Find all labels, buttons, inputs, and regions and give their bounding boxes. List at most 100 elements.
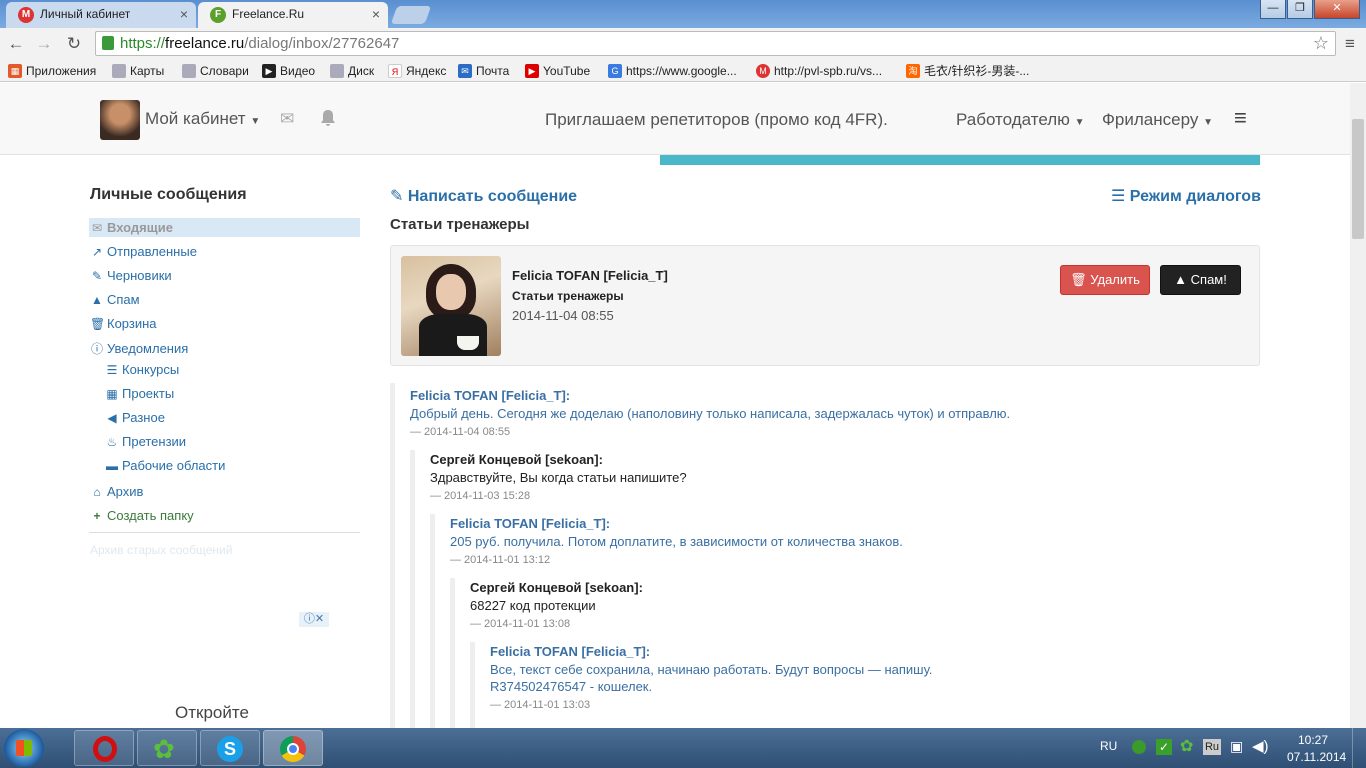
skype-icon: S xyxy=(217,736,243,762)
close-tab-icon[interactable]: × xyxy=(372,2,380,26)
sidebar-item-archive[interactable]: ⌂ Архив xyxy=(90,484,143,499)
bookmark-pvl[interactable]: Мhttp://pvl-spb.ru/vs... xyxy=(756,63,882,79)
show-desktop-button[interactable] xyxy=(1352,728,1366,768)
bookmark-dictionaries[interactable]: Словари xyxy=(182,63,249,79)
bullhorn-icon: ◀ xyxy=(107,411,117,425)
sidebar-item-trash[interactable]: 🗑 Корзина xyxy=(90,316,157,331)
tray-icq-icon[interactable]: ✿ xyxy=(1180,736,1193,756)
portrait-body xyxy=(419,314,487,356)
bell-icon[interactable] xyxy=(320,109,335,126)
spam-button[interactable]: ▲ Спам! xyxy=(1160,265,1241,295)
freelancer-menu[interactable]: Фрилансеру ▼ xyxy=(1102,110,1213,130)
my-cabinet-menu[interactable]: Мой кабинет ▼ xyxy=(145,109,260,129)
bookmark-disk[interactable]: Диск xyxy=(330,63,374,79)
close-tab-icon[interactable]: × xyxy=(180,2,188,26)
bookmark-mail[interactable]: ✉ Почта xyxy=(458,63,509,79)
message-author[interactable]: Сергей Концевой [sekoan]: xyxy=(430,452,687,467)
clock-date[interactable]: 07.11.2014 xyxy=(1287,750,1346,764)
message-text: Добрый день. Сегодня же доделаю (наполов… xyxy=(410,406,1011,421)
message-author[interactable]: Felicia TOFAN [Felicia_T]: xyxy=(410,388,1010,403)
sidebar-label: Архив xyxy=(107,484,144,499)
maximize-button[interactable]: ❐ xyxy=(1287,0,1313,19)
close-window-button[interactable]: ✕ xyxy=(1314,0,1360,19)
delete-label: Удалить xyxy=(1090,272,1140,287)
envelope-icon[interactable]: ✉ xyxy=(280,109,294,129)
bookmark-google[interactable]: Ghttps://www.google... xyxy=(608,63,737,79)
sidebar-item-workspaces[interactable]: ▬ Рабочие области xyxy=(105,458,225,473)
bookmark-yandex[interactable]: Я Яндекс xyxy=(388,63,446,79)
old-archive-link[interactable]: Архив старых сообщений xyxy=(90,543,232,557)
message-time: — 2014-11-03 15:28 xyxy=(430,490,531,502)
info-icon: ⓘ xyxy=(90,342,103,356)
taskbar-skype[interactable]: S xyxy=(200,730,260,766)
sidebar-item-contests[interactable]: ☰ Конкурсы xyxy=(105,362,180,377)
message-text: Здравствуйте, Вы когда статьи напишите? xyxy=(430,470,687,485)
bookmark-video[interactable]: ▶ Видео xyxy=(262,63,315,79)
sidebar-label: Архив старых сообщений xyxy=(90,543,233,557)
tab-personal-cabinet[interactable]: М Личный кабинет × xyxy=(6,2,196,28)
hamburger-menu-icon[interactable]: ≡ xyxy=(1234,105,1247,131)
sidebar-item-spam[interactable]: ▲ Спам xyxy=(90,292,140,307)
icq-flower-icon: ✿ xyxy=(153,734,175,764)
new-tab-button[interactable] xyxy=(390,6,432,24)
tray-check-icon[interactable]: ✓ xyxy=(1156,739,1172,755)
sidebar-item-inbox[interactable]: ✉ Входящие xyxy=(90,220,173,235)
sidebar-label: Конкурсы xyxy=(122,362,180,377)
sidebar-item-drafts[interactable]: ✎ Черновики xyxy=(90,268,172,283)
sidebar-item-notifications[interactable]: ⓘ Уведомления xyxy=(90,340,188,357)
message-time: — 2014-11-01 13:08 xyxy=(470,618,571,630)
bookmark-apps[interactable]: ▦ Приложения xyxy=(8,63,96,79)
create-folder-link[interactable]: + Создать папку xyxy=(90,508,194,523)
minimize-button[interactable]: — xyxy=(1260,0,1286,19)
message-author[interactable]: Felicia TOFAN [Felicia_T]: xyxy=(450,516,903,531)
sidebar-item-sent[interactable]: ↗ Отправленные xyxy=(90,244,197,259)
message-author[interactable]: Сергей Концевой [sekoan]: xyxy=(470,580,643,595)
dialog-mode-link[interactable]: ☰ Режим диалогов xyxy=(1111,186,1261,206)
delete-button[interactable]: 🗑 Удалить xyxy=(1060,265,1150,295)
google-icon: G xyxy=(608,64,622,78)
tray-keyboard-icon[interactable]: Ru xyxy=(1203,739,1221,755)
bookmark-label: Приложения xyxy=(26,64,97,78)
bookmark-taobao[interactable]: 淘毛衣/针织衫-男装-... xyxy=(906,63,1029,79)
card-sender-name[interactable]: Felicia TOFAN [Felicia_T] xyxy=(512,268,668,283)
sidebar-item-misc[interactable]: ◀ Разное xyxy=(105,410,165,425)
write-message-link[interactable]: ✎ Написать сообщение xyxy=(390,186,577,206)
sidebar-label: Создать папку xyxy=(107,508,194,523)
start-button[interactable] xyxy=(4,729,44,767)
scrollbar-thumb[interactable] xyxy=(1352,119,1364,239)
taskbar-chrome[interactable] xyxy=(263,730,323,766)
avatar[interactable] xyxy=(100,100,140,140)
list-icon: ☰ xyxy=(106,363,118,377)
back-arrow-icon[interactable]: ← xyxy=(4,32,28,56)
clock-time[interactable]: 10:27 xyxy=(1298,733,1328,747)
reload-icon[interactable]: ↻ xyxy=(62,32,86,56)
tray-shield-icon[interactable] xyxy=(1132,740,1146,754)
tray-network-icon[interactable]: ▣ xyxy=(1230,738,1243,755)
trash-icon: 🗑 xyxy=(1070,272,1087,287)
address-bar[interactable]: https://freelance.ru/dialog/inbox/277626… xyxy=(95,31,1336,56)
bookmark-star-icon[interactable]: ☆ xyxy=(1313,33,1329,54)
employer-menu[interactable]: Работодателю ▼ xyxy=(956,110,1085,130)
sidebar-item-claims[interactable]: ♨ Претензии xyxy=(105,434,186,449)
taskbar-opera[interactable] xyxy=(74,730,134,766)
tray-volume-icon[interactable]: ◀) xyxy=(1252,737,1269,755)
message-author[interactable]: Felicia TOFAN [Felicia_T]: xyxy=(490,644,932,659)
message-text-line2: R374502476547 - кошелек. xyxy=(490,679,653,694)
portrait-cup xyxy=(457,336,479,350)
ad-text[interactable]: Откройте xyxy=(175,703,249,723)
scrollbar[interactable] xyxy=(1350,83,1366,728)
taskbar-icq[interactable]: ✿ xyxy=(137,730,197,766)
bookmark-youtube[interactable]: ▶ YouTube xyxy=(525,63,590,79)
bookmark-maps[interactable]: Карты xyxy=(112,63,164,79)
bookmarks-bar: ▦ Приложения Карты Словари ▶ Видео Диск ЯЯ… xyxy=(0,60,1366,82)
promo-text[interactable]: Приглашаем репетиторов (промо код 4FR). xyxy=(545,110,888,130)
windows-taskbar: ✿ S RU ✓ ✿ Ru ▣ ◀) 10:27 07.11.2014 xyxy=(0,728,1366,768)
chrome-icon xyxy=(280,736,306,762)
language-indicator[interactable]: RU xyxy=(1100,739,1117,753)
sidebar-divider xyxy=(89,532,360,533)
sidebar-item-projects[interactable]: ▦ Проекты xyxy=(105,386,174,401)
ad-info-icon[interactable]: ⓘ✕ xyxy=(299,612,329,627)
menu-icon[interactable]: ≡ xyxy=(1338,32,1362,56)
tab-freelance[interactable]: F Freelance.Ru × xyxy=(198,2,388,28)
forward-arrow-icon[interactable]: → xyxy=(32,32,56,56)
